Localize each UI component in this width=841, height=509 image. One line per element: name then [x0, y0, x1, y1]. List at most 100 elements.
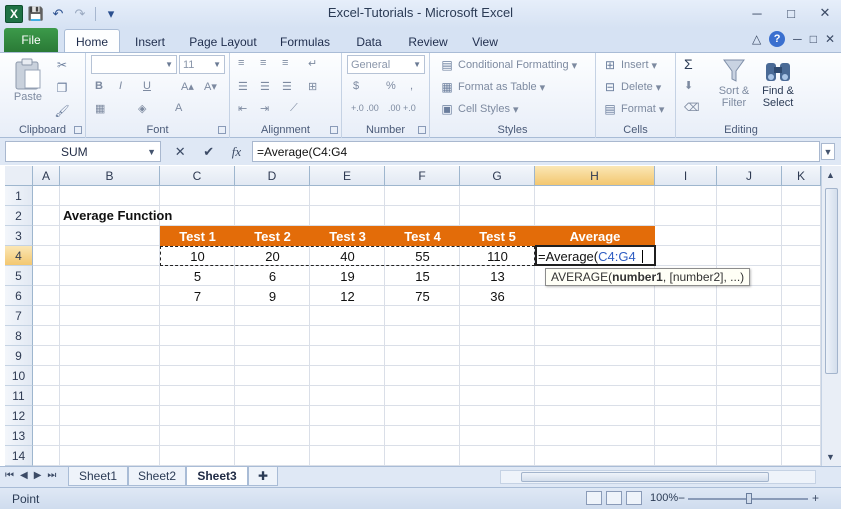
workbook-minimize-icon[interactable]: ─: [793, 32, 802, 46]
row-header-3[interactable]: 3: [5, 226, 33, 246]
cell-styles-button[interactable]: ▣ Cell Styles ▾: [439, 101, 518, 117]
prev-sheet-icon[interactable]: ◀: [20, 470, 28, 481]
fill-icon[interactable]: ⬇: [684, 79, 693, 92]
column-header-k[interactable]: K: [782, 166, 821, 186]
tooltip-arg-current[interactable]: number1: [612, 270, 663, 284]
table-cell[interactable]: 7: [160, 286, 235, 306]
underline-button[interactable]: U: [143, 80, 151, 92]
workbook-close-icon[interactable]: ✕: [825, 32, 835, 46]
tab-data[interactable]: Data: [346, 31, 392, 52]
paste-button[interactable]: Paste: [10, 57, 46, 103]
align-top-icon[interactable]: ≡: [238, 57, 244, 69]
next-sheet-icon[interactable]: ▶: [34, 470, 42, 481]
sheet-tab-3[interactable]: Sheet3: [186, 467, 248, 486]
tab-insert[interactable]: Insert: [124, 31, 176, 52]
column-header-h[interactable]: H: [535, 166, 655, 186]
row-header-11[interactable]: 11: [5, 386, 33, 406]
tab-review[interactable]: Review: [400, 31, 456, 52]
column-header-c[interactable]: C: [160, 166, 235, 186]
conditional-formatting-button[interactable]: ▤ Conditional Formatting ▾: [439, 57, 577, 73]
table-header-cell[interactable]: Test 5: [460, 226, 535, 246]
active-cell-formula[interactable]: =Average(C4:G4: [538, 249, 643, 264]
sheet-tab-2[interactable]: Sheet2: [128, 467, 186, 486]
clipboard-launcher-icon[interactable]: [74, 126, 82, 134]
row-header-7[interactable]: 7: [5, 306, 33, 326]
formula-input[interactable]: =Average(C4:G4: [252, 141, 820, 162]
insert-sheet-icon[interactable]: ✚: [248, 467, 278, 486]
align-bottom-icon[interactable]: ≡: [282, 57, 288, 69]
decrease-decimal-button[interactable]: .00 +.0: [388, 103, 416, 113]
vertical-scroll-thumb[interactable]: [825, 188, 838, 374]
cancel-icon[interactable]: ✕: [175, 144, 186, 160]
format-painter-icon[interactable]: 🖌: [54, 103, 70, 119]
row-header-5[interactable]: 5: [5, 266, 33, 286]
format-as-table-button[interactable]: ▦ Format as Table ▾: [439, 79, 545, 95]
table-header-cell[interactable]: Test 4: [385, 226, 460, 246]
page-layout-view-icon[interactable]: [606, 491, 622, 505]
increase-indent-icon[interactable]: ⇥: [260, 102, 269, 115]
first-sheet-icon[interactable]: ⏮: [5, 470, 14, 481]
table-header-cell[interactable]: Average: [535, 226, 655, 246]
find-select-button[interactable]: Find & Select: [756, 57, 800, 109]
number-format-dropdown[interactable]: General ▼: [347, 55, 425, 74]
select-all-corner[interactable]: [5, 166, 33, 186]
align-right-icon[interactable]: ☰: [282, 80, 292, 93]
merge-center-icon[interactable]: ⊞: [308, 80, 317, 93]
scroll-up-icon[interactable]: ▲: [826, 170, 835, 180]
align-left-icon[interactable]: ☰: [238, 80, 248, 93]
comma-button[interactable]: ,: [410, 80, 413, 92]
table-cell[interactable]: 19: [310, 266, 385, 286]
column-header-g[interactable]: G: [460, 166, 535, 186]
zoom-out-icon[interactable]: −: [678, 491, 685, 505]
sheet-tab-1[interactable]: Sheet1: [68, 467, 128, 486]
column-header-b[interactable]: B: [60, 166, 160, 186]
enter-icon[interactable]: ✔: [203, 144, 214, 160]
tab-home[interactable]: Home: [64, 29, 120, 53]
row-header-10[interactable]: 10: [5, 366, 33, 386]
align-center-icon[interactable]: ☰: [260, 80, 270, 93]
table-header-cell[interactable]: Test 1: [160, 226, 235, 246]
percent-button[interactable]: %: [386, 80, 396, 92]
column-header-a[interactable]: A: [33, 166, 60, 186]
fill-color-icon[interactable]: ◈: [138, 102, 146, 115]
minimize-icon[interactable]: ─: [747, 4, 767, 22]
row-header-8[interactable]: 8: [5, 326, 33, 346]
help-icon[interactable]: ?: [769, 31, 786, 47]
normal-view-icon[interactable]: [586, 491, 602, 505]
tooltip-function[interactable]: AVERAGE(: [551, 270, 612, 284]
last-sheet-icon[interactable]: ⏭: [47, 470, 56, 481]
close-icon[interactable]: ✕: [815, 4, 835, 22]
insert-cells-button[interactable]: ⊞ Insert ▾: [602, 57, 657, 73]
sort-filter-button[interactable]: Sort & Filter: [714, 57, 754, 109]
clear-icon[interactable]: ⌫: [684, 101, 700, 114]
copy-icon[interactable]: ❐: [54, 80, 70, 96]
number-launcher-icon[interactable]: [418, 126, 426, 134]
row-header-14[interactable]: 14: [5, 446, 33, 466]
scroll-down-icon[interactable]: ▼: [826, 452, 835, 462]
column-header-e[interactable]: E: [310, 166, 385, 186]
table-cell[interactable]: 75: [385, 286, 460, 306]
row-header-12[interactable]: 12: [5, 406, 33, 426]
horizontal-scrollbar[interactable]: [500, 470, 816, 484]
row-header-9[interactable]: 9: [5, 346, 33, 366]
format-cells-button[interactable]: ▤ Format ▾: [602, 101, 664, 117]
page-break-view-icon[interactable]: [626, 491, 642, 505]
workbook-restore-icon[interactable]: □: [810, 32, 817, 46]
column-header-d[interactable]: D: [235, 166, 310, 186]
shrink-font-button[interactable]: A▾: [204, 80, 217, 93]
zoom-level[interactable]: 100%: [650, 492, 678, 504]
row-header-2[interactable]: 2: [5, 206, 33, 226]
horizontal-scroll-thumb[interactable]: [521, 472, 769, 482]
zoom-in-icon[interactable]: +: [812, 491, 819, 505]
column-header-f[interactable]: F: [385, 166, 460, 186]
borders-icon[interactable]: ▦: [95, 102, 105, 115]
restore-icon[interactable]: □: [781, 4, 801, 22]
row-header-13[interactable]: 13: [5, 426, 33, 446]
font-size-dropdown[interactable]: 11 ▼: [179, 55, 225, 74]
decrease-indent-icon[interactable]: ⇤: [238, 102, 247, 115]
table-cell[interactable]: 6: [235, 266, 310, 286]
column-header-i[interactable]: I: [655, 166, 717, 186]
minimize-ribbon-icon[interactable]: △: [752, 32, 761, 46]
tab-view[interactable]: View: [462, 31, 508, 52]
table-header-cell[interactable]: Test 2: [235, 226, 310, 246]
